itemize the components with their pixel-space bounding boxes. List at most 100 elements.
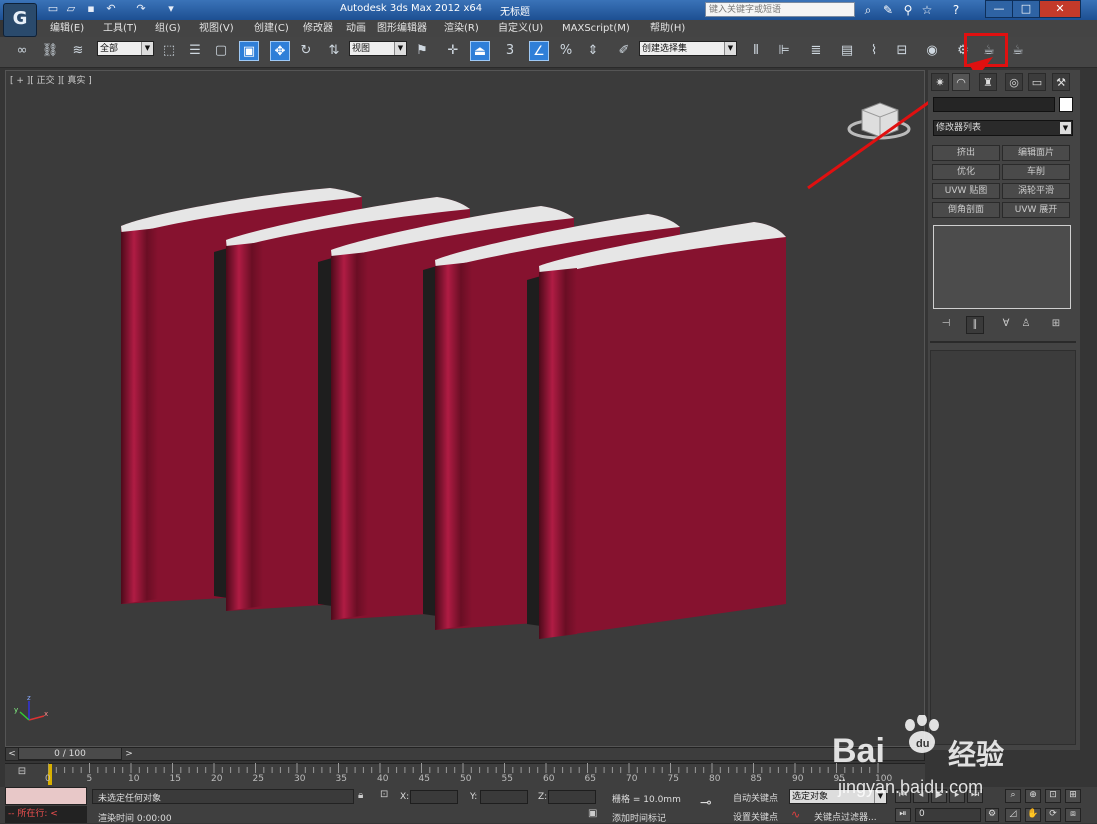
time-slider[interactable] [5,747,925,761]
y-coordinate-field[interactable] [480,790,528,804]
time-tag-icon[interactable]: ▣ [588,808,604,822]
x-coordinate-field[interactable] [410,790,458,804]
watermark-brand: Bai [832,732,885,770]
add-time-tag[interactable]: 添加时间标记 [612,811,666,824]
time-slider-prev-icon[interactable]: < [6,748,18,760]
object-name-input[interactable] [933,97,1055,112]
watermark-suffix: 经验 [948,738,1005,771]
z-label: Z: [538,792,548,802]
app-logo-icon[interactable]: G [3,3,37,37]
show-end-result-icon[interactable]: ∥ [966,316,984,334]
book-1-spine [121,228,158,604]
track-tick-label: 20 [211,774,223,784]
auto-key-button[interactable]: 自动关键点 [733,791,778,804]
paw-logo-icon: du [900,714,944,755]
track-tick-label: 5 [86,774,93,784]
modifier-stack-view[interactable] [933,225,1071,309]
book-4-shadow [527,276,541,626]
svg-text:z: z [27,694,31,702]
book-1-shadow [214,248,228,598]
track-tick-label: 30 [294,774,306,784]
key-mode-toggle-icon[interactable]: ⏯ [895,808,911,822]
watermark-url: jingyan.baidu.com [838,777,984,797]
modifier-unwrap-uvw-button[interactable]: UVW 展开 [1002,202,1070,218]
make-unique-icon[interactable]: ∀ [998,316,1014,332]
y-label: Y: [470,792,478,802]
book-5[interactable] [539,222,786,639]
modifier-extrude-button[interactable]: 挤出 [932,145,1000,161]
utilities-tab-icon[interactable]: ⚒ [1052,73,1070,91]
panel-divider [930,341,1076,343]
modifier-list-label: 修改器列表 [936,123,982,133]
remove-modifier-icon[interactable]: ♙ [1018,316,1034,332]
book-4-spine [435,262,472,630]
parameters-rollout-area [930,350,1076,745]
pan-icon[interactable]: ✋ [1025,808,1041,822]
zoom-icon[interactable]: ⌕ [1005,789,1021,803]
modifier-lathe-button[interactable]: 车削 [1002,164,1070,180]
render-time: 渲染时间 0:00:00 [98,814,172,824]
zoom-all-icon[interactable]: ⊕ [1025,789,1041,803]
track-tick-label: 90 [792,774,804,784]
modifier-optimize-button[interactable]: 优化 [932,164,1000,180]
object-color-swatch[interactable] [1059,97,1073,112]
key-mode-value: 选定对象 [792,792,829,802]
orbit-icon[interactable]: ⟳ [1045,808,1061,822]
create-tab-icon[interactable]: ✷ [931,73,949,91]
track-ticks [48,763,879,773]
key-icon[interactable]: ⊸ [700,795,724,811]
track-tick-label: 50 [460,774,472,784]
track-tick-label: 45 [418,774,430,784]
mini-curve-editor-icon[interactable]: ⊟ [12,766,32,780]
selection-lock-icon[interactable]: 🔒︎ [358,790,370,802]
axis-gizmo: z x y [14,694,48,721]
display-tab-icon[interactable]: ▭ [1028,73,1046,91]
pin-stack-icon[interactable]: ⊣ [938,316,954,332]
modify-tab-icon[interactable]: ◠ [952,73,970,91]
track-tick-label: 25 [252,774,264,784]
zoom-extents-all-icon[interactable]: ⊞ [1065,789,1081,803]
modifier-uvw-map-button[interactable]: UVW 贴图 [932,183,1000,199]
modifier-list-dropdown[interactable]: 修改器列表 ▼ [933,120,1073,136]
track-tick-label: 60 [543,774,555,784]
configure-modifier-sets-icon[interactable]: ⊞ [1048,316,1064,332]
maxscript-listener-top[interactable] [5,787,87,805]
current-frame-field[interactable]: 0 [915,808,981,822]
viewcube-icon[interactable] [847,102,911,140]
time-slider-thumb[interactable]: 0 / 100 [18,747,122,760]
svg-text:du: du [916,738,929,750]
key-filters-button[interactable]: 关键点过滤器... [814,810,877,823]
track-tick-label: 40 [377,774,389,784]
book-5-spine [539,268,577,639]
z-coordinate-field[interactable] [548,790,596,804]
grid-size: 栅格 = 10.0mm [612,795,681,805]
field-of-view-icon[interactable]: ◿ [1005,808,1021,822]
set-key-icon[interactable]: ∿ [791,808,807,822]
track-tick-label: 0 [45,774,51,784]
modifier-edit-patch-button[interactable]: 编辑面片 [1002,145,1070,161]
modifier-turbosmooth-button[interactable]: 涡轮平滑 [1002,183,1070,199]
modifier-bevel-profile-button[interactable]: 倒角剖面 [932,202,1000,218]
zoom-extents-icon[interactable]: ⊡ [1045,789,1061,803]
svg-text:y: y [14,706,18,714]
track-tick-label: 15 [169,774,181,784]
track-tick-label: 70 [626,774,638,784]
track-tick-label: 10 [128,774,140,784]
svg-text:x: x [44,710,48,718]
time-config-icon[interactable]: ⚙ [985,808,999,822]
track-tick-label: 80 [709,774,721,784]
track-tick-label: 65 [584,774,596,784]
maxscript-listener-line[interactable]: -- 所在行: < [5,806,87,823]
motion-tab-icon[interactable]: ◎ [1005,73,1023,91]
absolute-mode-icon[interactable]: ⊡ [380,789,394,803]
book-2-spine [226,242,263,611]
maximize-viewport-icon[interactable]: ⧈ [1065,808,1081,822]
book-2-shadow [318,258,332,606]
track-tick-label: 75 [667,774,679,784]
track-tick-label: 35 [335,774,347,784]
set-key-button[interactable]: 设置关键点 [733,810,778,823]
book-3-spine [331,252,368,620]
hierarchy-tab-icon[interactable]: ♜ [979,73,997,91]
time-slider-next-icon[interactable]: > [123,748,135,760]
track-tick-label: 85 [750,774,762,784]
